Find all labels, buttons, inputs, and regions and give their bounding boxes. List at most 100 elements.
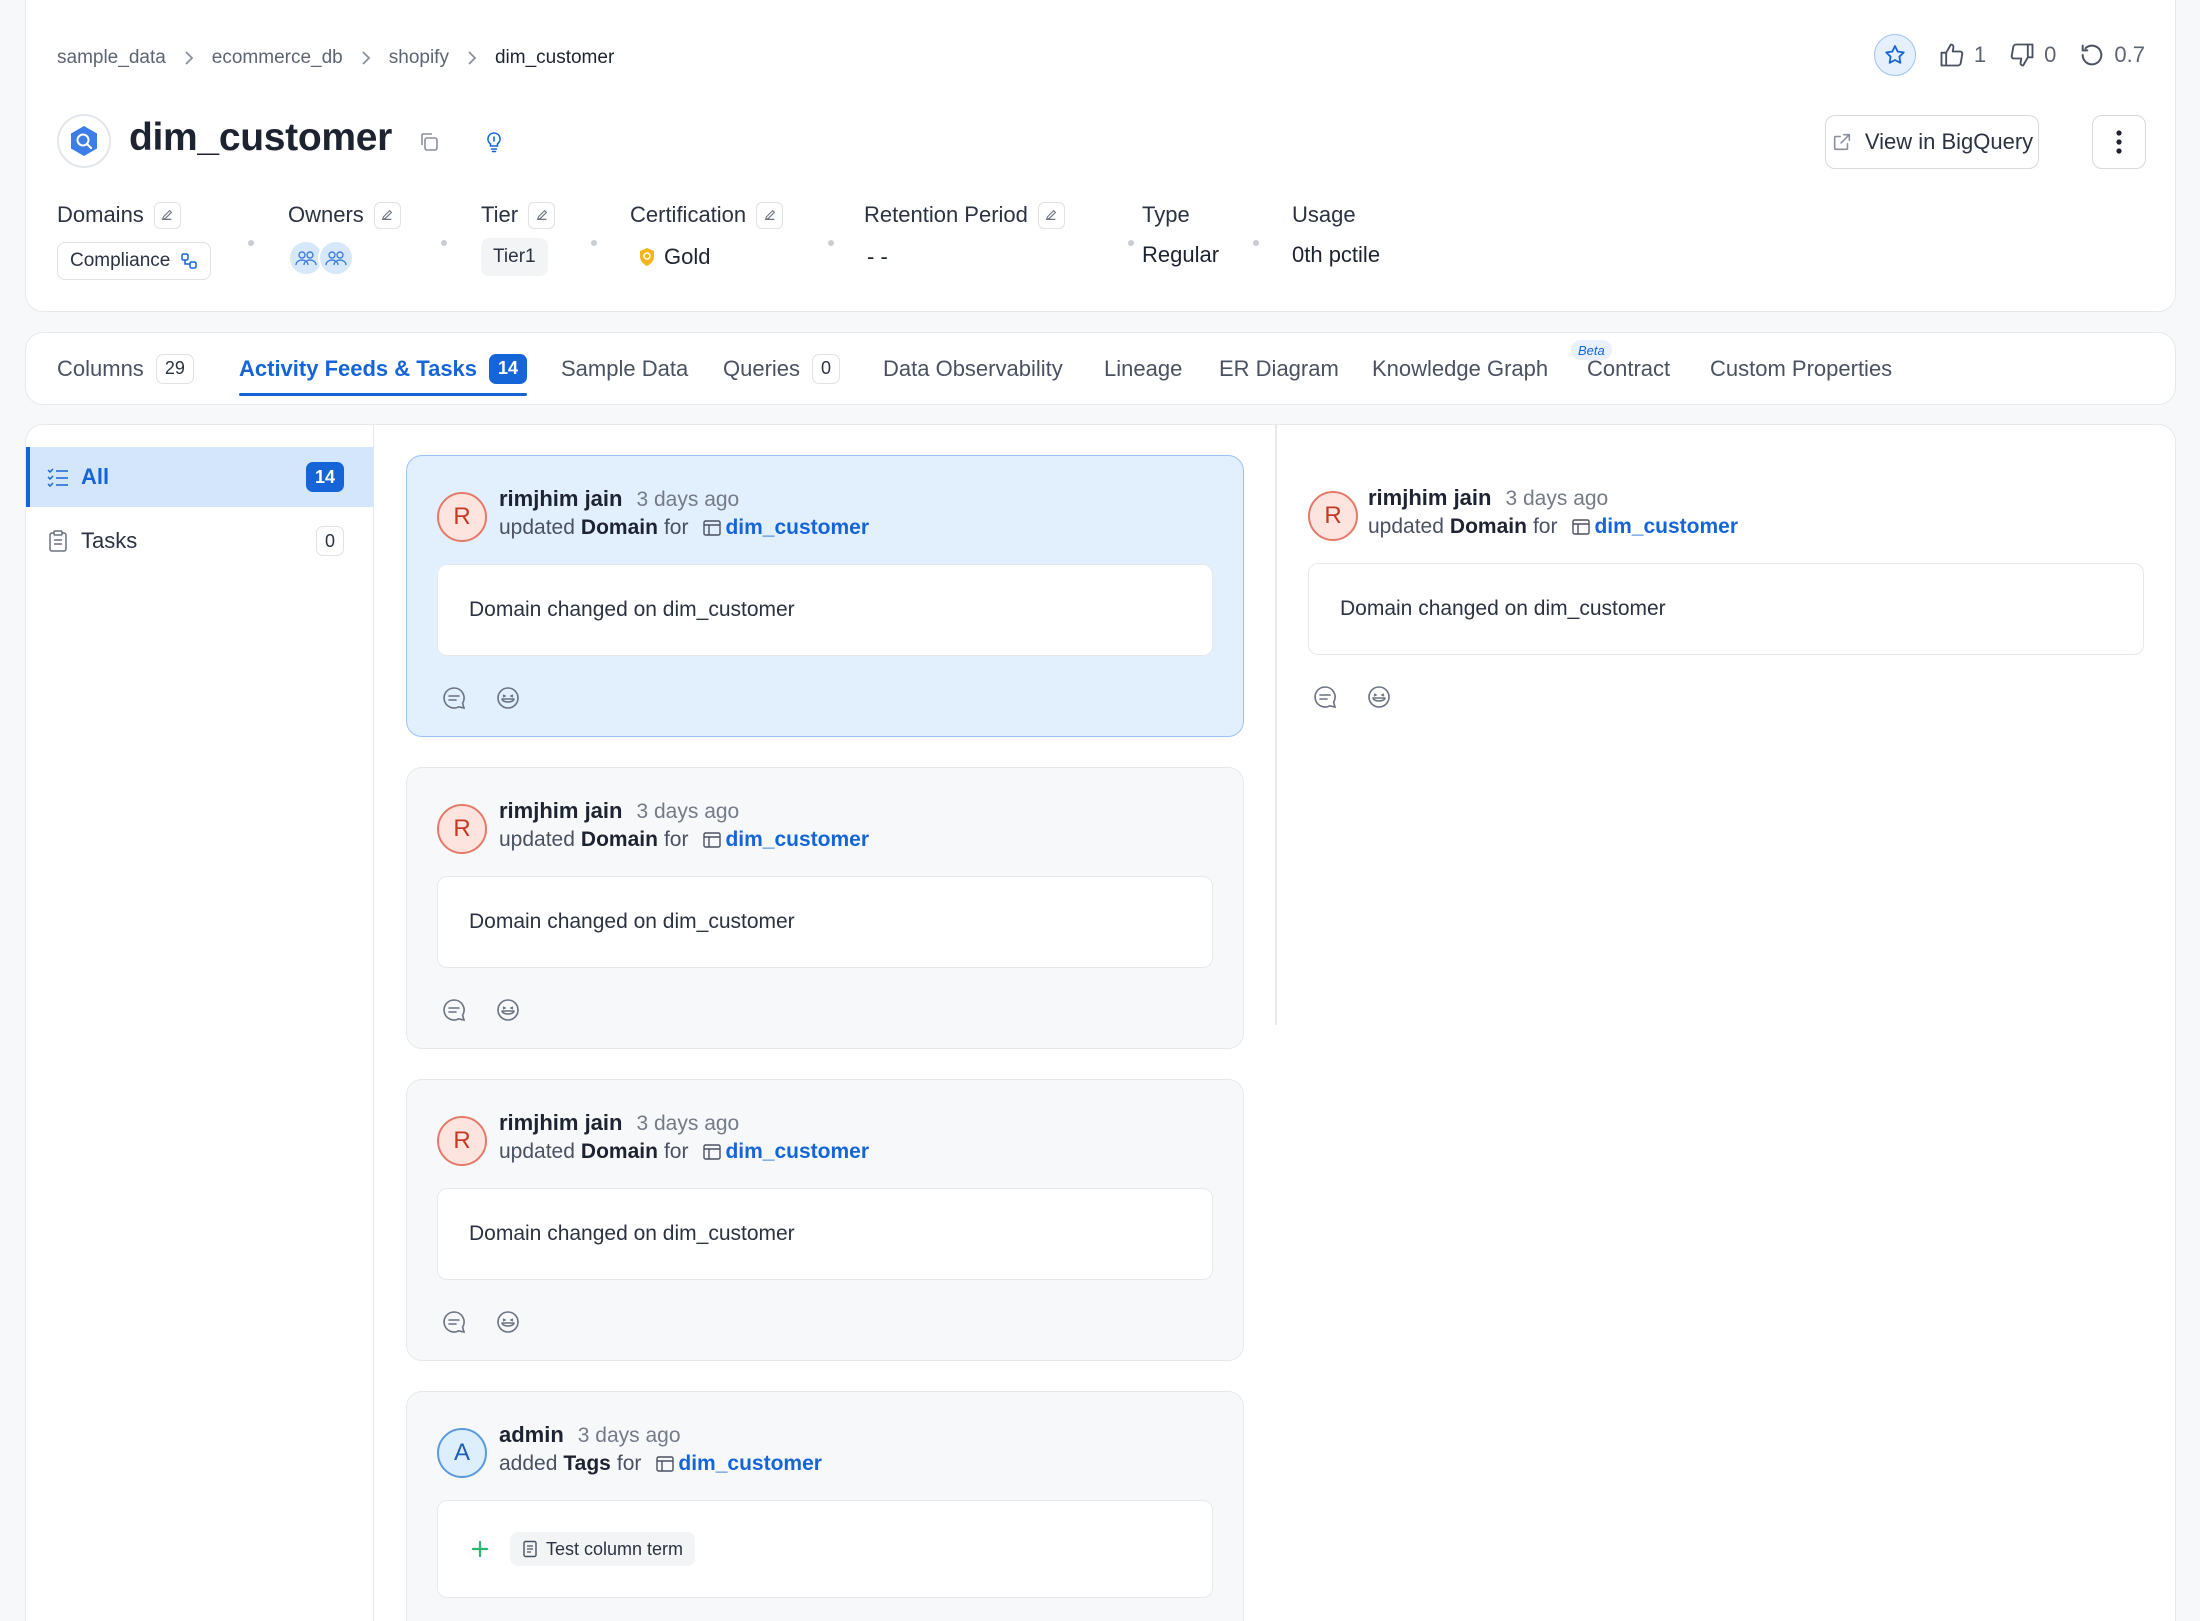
tab-label: Lineage — [1104, 355, 1183, 381]
tier-chip[interactable]: Tier1 — [481, 238, 548, 276]
glossary-term-icon — [523, 1540, 537, 1558]
clipboard-icon — [46, 529, 70, 553]
avatar: A — [437, 1428, 487, 1478]
tab-activity-feeds[interactable]: Activity Feeds & Tasks 14 — [239, 333, 528, 404]
filter-tasks[interactable]: Tasks 0 — [26, 511, 374, 571]
separator-dot — [1253, 240, 1259, 246]
breadcrumb-item[interactable]: sample_data — [57, 47, 166, 69]
entity-link-label: dim_customer — [678, 1452, 822, 1475]
entity-link-label: dim_customer — [725, 516, 869, 539]
avatar: R — [1308, 491, 1358, 541]
type-value: Regular — [1142, 242, 1220, 267]
copy-icon[interactable] — [415, 128, 443, 156]
breadcrumb-item[interactable]: shopify — [389, 47, 449, 69]
version-number: 0.7 — [2114, 42, 2145, 67]
tab-data-observability[interactable]: Data Observability — [883, 333, 1063, 404]
feed-action: updated — [499, 1140, 575, 1163]
feed-user[interactable]: rimjhim jain — [499, 798, 622, 824]
filter-label: All — [81, 464, 110, 489]
certification-label: Certification — [630, 202, 747, 227]
pencil-icon — [764, 209, 775, 221]
bigquery-icon — [57, 114, 111, 168]
feed-card[interactable]: A admin 3 days ago added Tags for dim_cu… — [406, 1391, 1244, 1621]
usage-field: Usage 0th pctile — [1292, 200, 1380, 267]
table-icon — [703, 1144, 722, 1160]
emoji-reaction-icon[interactable] — [494, 1308, 522, 1336]
team-avatar-icon[interactable] — [318, 240, 354, 276]
feed-user[interactable]: rimjhim jain — [1368, 485, 1491, 511]
edit-owners-button[interactable] — [373, 201, 401, 229]
version-button[interactable]: 0.7 — [2078, 41, 2145, 69]
pencil-icon — [536, 209, 547, 221]
plus-icon — [471, 1540, 489, 1558]
feed-field: Tags — [563, 1452, 611, 1475]
tag-label: Test column term — [546, 1538, 684, 1559]
entity-link[interactable]: dim_customer — [702, 1140, 869, 1164]
tab-knowledge-graph[interactable]: Knowledge Graph — [1372, 333, 1548, 404]
breadcrumb-item[interactable]: ecommerce_db — [212, 47, 343, 69]
emoji-reaction-icon[interactable] — [494, 996, 522, 1024]
entity-link[interactable]: dim_customer — [1571, 515, 1738, 539]
tab-custom-properties[interactable]: Custom Properties — [1710, 333, 1892, 404]
view-in-bigquery-button[interactable]: View in BigQuery — [1825, 115, 2039, 169]
more-options-button[interactable] — [2092, 115, 2146, 169]
dislike-button[interactable]: 0 — [2008, 41, 2056, 69]
pencil-icon — [1046, 209, 1057, 221]
edit-retention-button[interactable] — [1037, 201, 1065, 229]
edit-domains-button[interactable] — [153, 201, 181, 229]
like-count: 1 — [1973, 42, 1987, 67]
feed-card[interactable]: R rimjhim jain 3 days ago updated Domain… — [406, 455, 1244, 737]
follow-button[interactable] — [1873, 34, 1916, 76]
tab-label: Contract — [1587, 355, 1671, 381]
entity-link[interactable]: dim_customer — [655, 1452, 822, 1476]
edit-certification-button[interactable] — [756, 201, 784, 229]
feed-time: 3 days ago — [577, 1424, 681, 1447]
feed-action: updated — [1368, 515, 1444, 538]
tab-label: Sample Data — [561, 355, 689, 381]
view-in-bigquery-label: View in BigQuery — [1864, 129, 2034, 154]
feed-card[interactable]: R rimjhim jain 3 days ago updated Domain… — [406, 1079, 1244, 1361]
filter-all[interactable]: All 14 — [26, 447, 374, 507]
usage-label: Usage — [1292, 202, 1356, 227]
entity-link[interactable]: dim_customer — [702, 828, 869, 852]
tier-field: Tier Tier1 — [481, 200, 556, 276]
tab-er-diagram[interactable]: ER Diagram — [1219, 333, 1339, 404]
filter-count: 0 — [315, 526, 344, 556]
feed-action: updated — [499, 516, 575, 539]
filter-label: Tasks — [81, 528, 138, 553]
domain-value: Compliance — [70, 250, 171, 271]
breadcrumb: sample_data ecommerce_db shopify dim_cus… — [57, 47, 614, 69]
entity-link[interactable]: dim_customer — [702, 516, 869, 540]
tab-label: Activity Feeds & Tasks — [239, 355, 478, 381]
feed-user[interactable]: rimjhim jain — [499, 1110, 622, 1136]
tag-chip[interactable]: Test column term — [510, 1532, 696, 1566]
tab-columns[interactable]: Columns 29 — [57, 333, 194, 404]
comment-icon[interactable] — [440, 996, 468, 1024]
tab-sample-data[interactable]: Sample Data — [561, 333, 688, 404]
comment-icon[interactable] — [1311, 683, 1339, 711]
owners-field: Owners — [288, 200, 401, 276]
domains-label: Domains — [57, 202, 144, 227]
tab-queries[interactable]: Queries 0 — [723, 333, 841, 404]
like-button[interactable]: 1 — [1938, 41, 1986, 69]
comment-icon[interactable] — [440, 684, 468, 712]
panel-divider — [1275, 425, 1277, 1025]
tab-bar: Columns 29 Activity Feeds & Tasks 14 Sam… — [25, 332, 2176, 405]
usage-value: 0th pctile — [1292, 242, 1381, 267]
feed-user[interactable]: rimjhim jain — [499, 486, 622, 512]
type-field: Type Regular — [1142, 200, 1219, 267]
feed-for: for — [616, 1452, 642, 1475]
pencil-icon — [382, 209, 393, 221]
emoji-reaction-icon[interactable] — [1365, 683, 1393, 711]
tab-lineage[interactable]: Lineage — [1104, 333, 1182, 404]
lightbulb-icon[interactable] — [480, 128, 508, 156]
edit-tier-button[interactable] — [528, 201, 556, 229]
comment-icon[interactable] — [440, 1308, 468, 1336]
feed-card[interactable]: R rimjhim jain 3 days ago updated Domain… — [406, 767, 1244, 1049]
feed-user[interactable]: admin — [499, 1422, 564, 1448]
domain-chip[interactable]: Compliance — [57, 242, 212, 280]
activity-feed-panel: All 14 Tasks 0 R rimjhim jain 3 days ago… — [25, 424, 2176, 1621]
separator-dot — [248, 240, 254, 246]
emoji-reaction-icon[interactable] — [494, 684, 522, 712]
tab-contract[interactable]: Contract — [1587, 333, 1670, 404]
